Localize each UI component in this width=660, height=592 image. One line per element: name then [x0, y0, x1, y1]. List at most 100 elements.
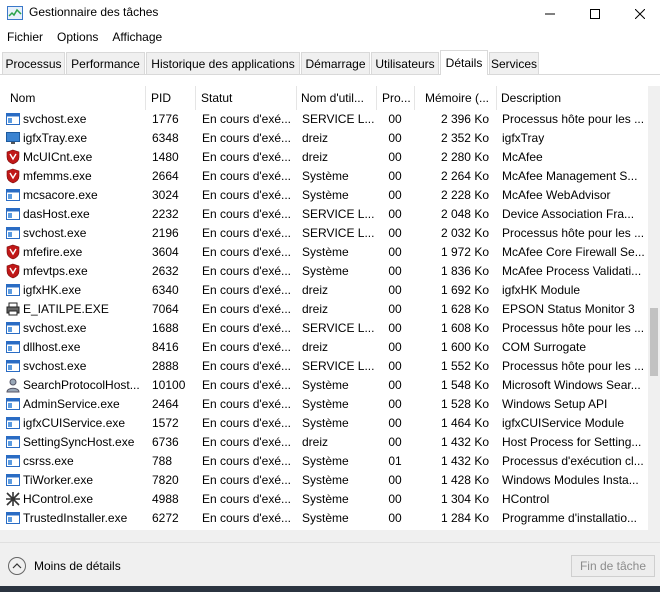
process-status: En cours d'exé... — [202, 245, 292, 259]
menu-fichier[interactable]: Fichier — [0, 28, 50, 48]
table-row[interactable]: csrss.exe 788 En cours d'exé... Système 01 1 … — [0, 452, 648, 471]
process-user: Système — [302, 245, 349, 259]
task-manager-icon — [7, 6, 23, 20]
table-row[interactable]: dasHost.exe 2232 En cours d'exé... SERVICE … — [0, 205, 648, 224]
table-row[interactable]: TiWorker.exe 7820 En cours d'exé... Système… — [0, 471, 648, 490]
scroll-corner — [648, 530, 660, 542]
process-name: HControl.exe — [23, 492, 94, 506]
process-memory: 1 552 Ko — [440, 359, 489, 373]
table-row[interactable]: svchost.exe 2888 En cours d'exé... SERVICE … — [0, 357, 648, 376]
menu-options[interactable]: Options — [50, 28, 105, 48]
process-priority: 00 — [388, 245, 402, 259]
process-status: En cours d'exé... — [202, 169, 292, 183]
process-status: En cours d'exé... — [202, 226, 292, 240]
table-row[interactable]: TrustedInstaller.exe 6272 En cours d'exé..… — [0, 509, 648, 528]
process-user: Système — [302, 416, 349, 430]
tab-performance[interactable]: Performance — [66, 52, 145, 74]
table-body: svchost.exe 1776 En cours d'exé... SERVICE … — [0, 110, 648, 542]
process-memory: 2 032 Ko — [440, 226, 489, 240]
table-row[interactable]: mfemms.exe 2664 En cours d'exé... Système 00… — [0, 167, 648, 186]
process-priority: 00 — [388, 359, 402, 373]
table-row[interactable]: mfefire.exe 3604 En cours d'exé... Système 0… — [0, 243, 648, 262]
process-description: McAfee WebAdvisor — [502, 188, 611, 202]
table-row[interactable]: E_IATILPE.EXE 7064 En cours d'exé... dreiz 0… — [0, 300, 648, 319]
process-pid: 2232 — [152, 207, 179, 221]
close-icon — [635, 8, 645, 19]
process-status: En cours d'exé... — [202, 207, 292, 221]
process-name: McUICnt.exe — [23, 150, 93, 164]
tab-utilisateurs[interactable]: Utilisateurs — [371, 52, 439, 74]
process-name: igfxHK.exe — [23, 283, 82, 297]
table-row[interactable]: dllhost.exe 8416 En cours d'exé... dreiz 00 1… — [0, 338, 648, 357]
process-description: Windows Modules Insta... — [502, 473, 639, 487]
process-pid: 2664 — [152, 169, 179, 183]
horizontal-scrollbar[interactable] — [0, 530, 648, 542]
table-row[interactable]: SearchProtocolHost... 10100 En cours d'exé… — [0, 376, 648, 395]
col-priority[interactable]: Pro... — [378, 86, 415, 110]
maximize-button[interactable] — [573, 0, 617, 27]
tab-processus[interactable]: Processus — [2, 52, 65, 74]
table-row[interactable]: igfxCUIService.exe 1572 En cours d'exé... S… — [0, 414, 648, 433]
process-priority: 00 — [388, 264, 402, 278]
process-pid: 6736 — [152, 435, 179, 449]
process-user: dreiz — [302, 435, 329, 449]
process-priority: 00 — [388, 378, 402, 392]
process-status: En cours d'exé... — [202, 492, 292, 506]
table-row[interactable]: HControl.exe 4988 En cours d'exé... Système… — [0, 490, 648, 509]
process-priority: 00 — [388, 397, 402, 411]
table-row[interactable]: SettingSyncHost.exe 6736 En cours d'exé...… — [0, 433, 648, 452]
window-icon — [5, 187, 21, 203]
table-row[interactable]: McUICnt.exe 1480 En cours d'exé... dreiz 00 2… — [0, 148, 648, 167]
process-memory: 1 428 Ko — [440, 473, 489, 487]
close-button[interactable] — [618, 0, 660, 27]
table-row[interactable]: igfxTray.exe 6348 En cours d'exé... dreiz 00… — [0, 129, 648, 148]
process-memory: 1 600 Ko — [440, 340, 489, 354]
process-pid: 2888 — [152, 359, 179, 373]
process-status: En cours d'exé... — [202, 264, 292, 278]
tab-services[interactable]: Services — [489, 52, 539, 74]
process-description: EPSON Status Monitor 3 — [502, 302, 635, 316]
process-user: dreiz — [302, 283, 329, 297]
process-priority: 00 — [388, 302, 402, 316]
col-statut[interactable]: Statut — [197, 86, 297, 110]
col-description[interactable]: Description — [497, 86, 648, 110]
process-priority: 00 — [388, 321, 402, 335]
process-memory: 2 264 Ko — [440, 169, 489, 183]
table-row[interactable]: mcsacore.exe 3024 En cours d'exé... Système… — [0, 186, 648, 205]
tab-demarrage[interactable]: Démarrage — [301, 52, 370, 74]
table-row[interactable]: igfxHK.exe 6340 En cours d'exé... dreiz 00 1 … — [0, 281, 648, 300]
menu-affichage[interactable]: Affichage — [105, 28, 169, 48]
window-icon — [5, 320, 21, 336]
process-name: svchost.exe — [23, 226, 87, 240]
end-task-button[interactable]: Fin de tâche — [571, 555, 655, 577]
process-user: SERVICE L... — [302, 226, 375, 240]
table-row[interactable]: svchost.exe 1776 En cours d'exé... SERVICE … — [0, 110, 648, 129]
process-description: Processus hôte pour les ... — [502, 226, 644, 240]
process-memory: 1 284 Ko — [440, 511, 489, 525]
col-memory[interactable]: Mémoire (... — [421, 86, 497, 110]
process-pid: 1776 — [152, 112, 179, 126]
table-row[interactable]: mfevtps.exe 2632 En cours d'exé... Système 0… — [0, 262, 648, 281]
process-priority: 00 — [388, 283, 402, 297]
col-pid[interactable]: PID — [147, 86, 196, 110]
table-row[interactable]: svchost.exe 1688 En cours d'exé... SERVICE … — [0, 319, 648, 338]
process-pid: 2464 — [152, 397, 179, 411]
process-status: En cours d'exé... — [202, 359, 292, 373]
col-nom[interactable]: Nom — [6, 86, 146, 110]
table-row[interactable]: svchost.exe 2196 En cours d'exé... SERVICE … — [0, 224, 648, 243]
tab-historique[interactable]: Historique des applications — [146, 52, 300, 74]
process-description: HControl — [502, 492, 550, 506]
table-row[interactable]: AdminService.exe 2464 En cours d'exé... Sys… — [0, 395, 648, 414]
process-pid: 6272 — [152, 511, 179, 525]
tab-details[interactable]: Détails — [440, 50, 488, 75]
process-name: csrss.exe — [23, 454, 74, 468]
process-name: mfemms.exe — [23, 169, 92, 183]
process-description: Processus d'exécution cl... — [502, 454, 644, 468]
less-details-button[interactable]: Moins de détails — [8, 556, 121, 576]
process-pid: 7820 — [152, 473, 179, 487]
vertical-scroll-thumb[interactable] — [650, 308, 658, 376]
process-name: svchost.exe — [23, 359, 87, 373]
col-user[interactable]: Nom d'util... — [297, 86, 377, 110]
process-user: Système — [302, 188, 349, 202]
minimize-button[interactable] — [528, 0, 572, 27]
